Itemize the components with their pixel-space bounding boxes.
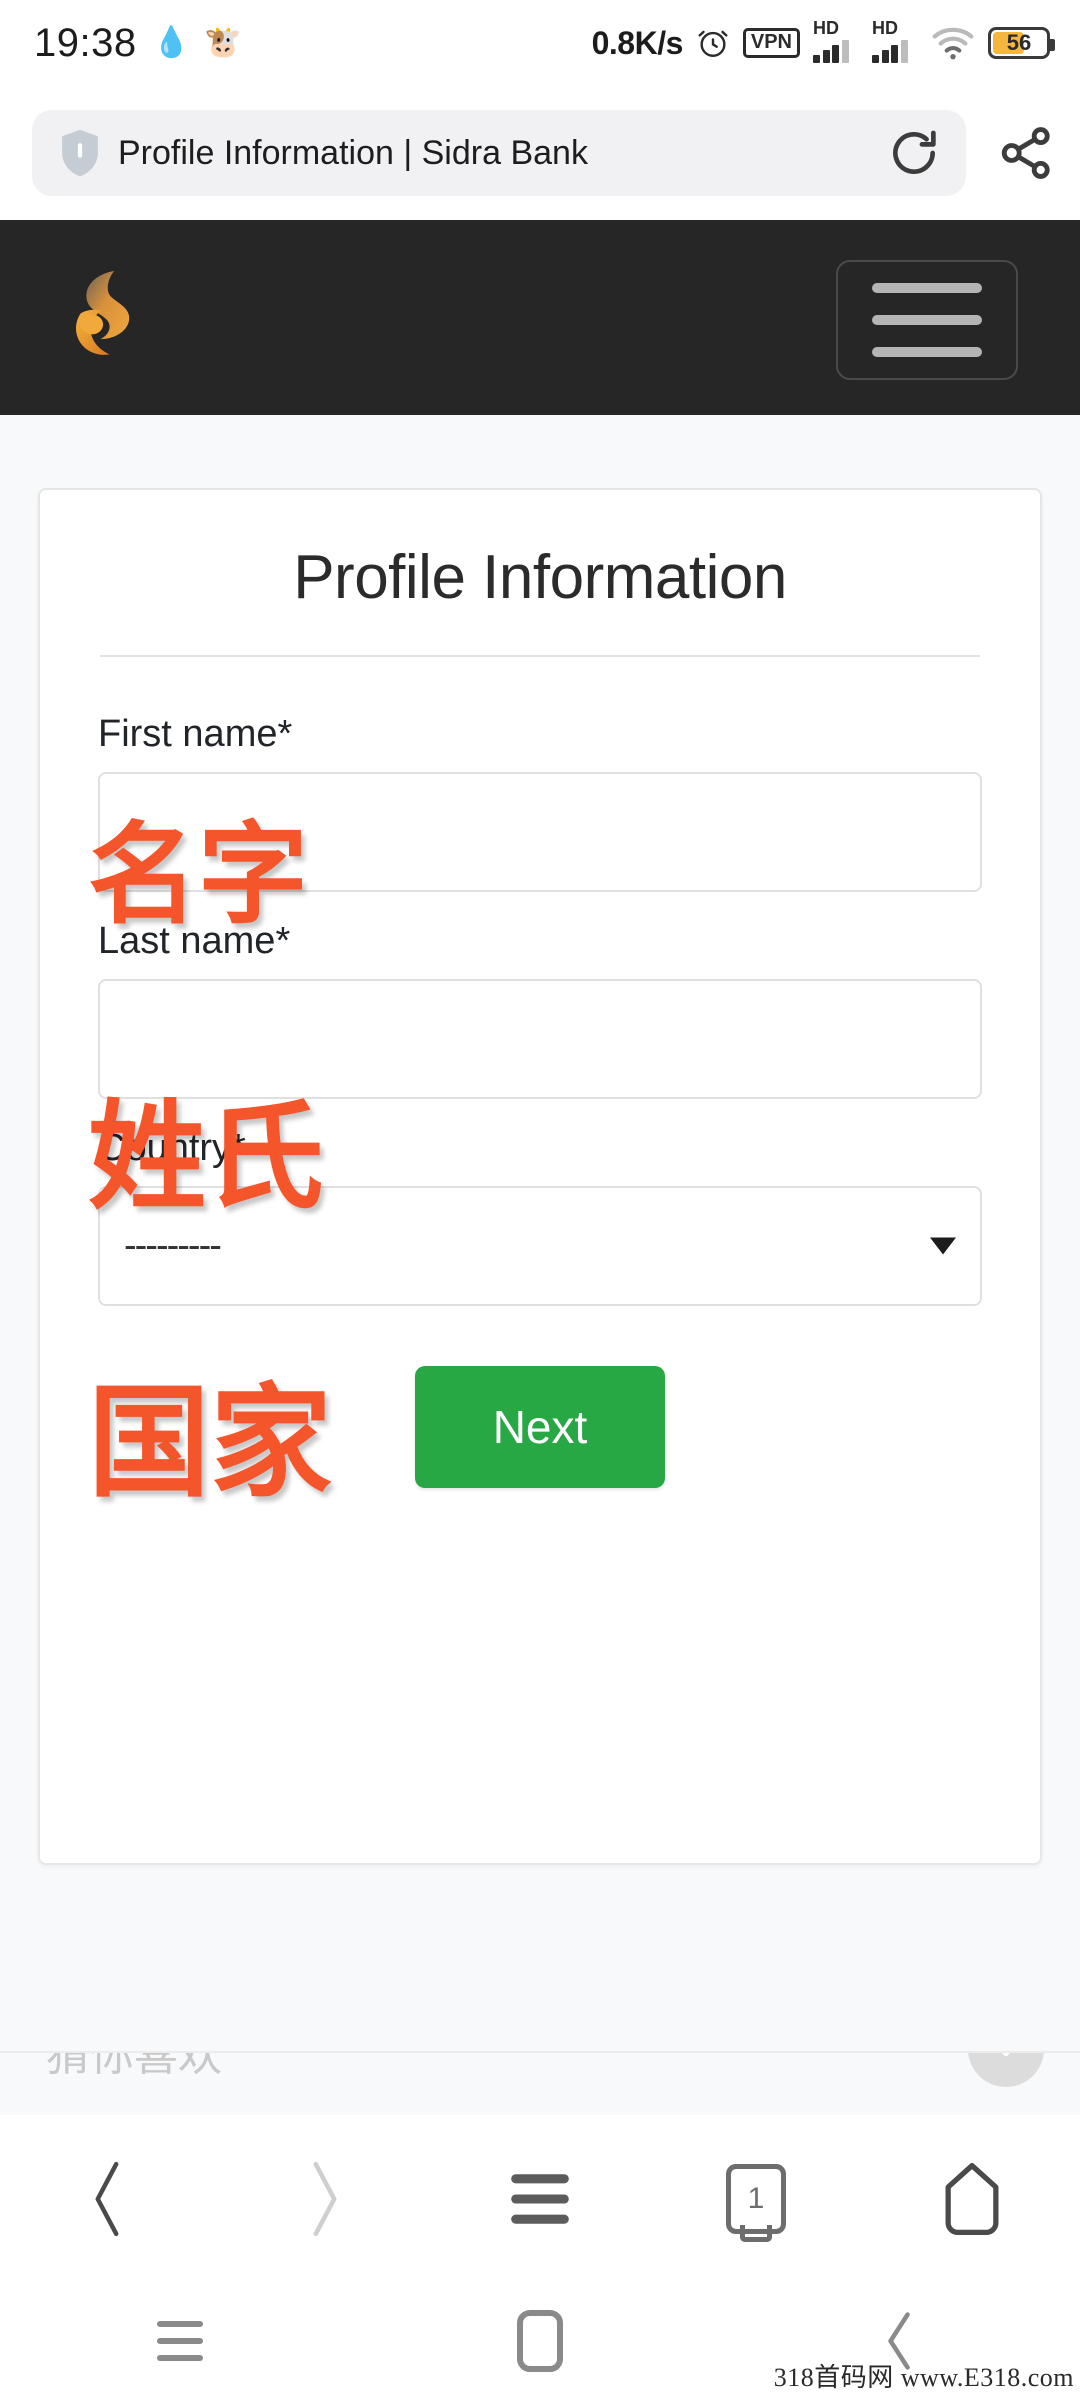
address-bar[interactable]: Profile Information | Sidra Bank: [32, 110, 966, 196]
profile-information-card: Profile Information First name* Last nam…: [38, 488, 1042, 1865]
title-divider: [100, 655, 980, 657]
network-speed-label: 0.8K/s: [591, 24, 684, 61]
droplet-app-icon: 💧: [152, 26, 190, 59]
chevron-down-icon: [930, 1237, 956, 1255]
last-name-input[interactable]: [98, 979, 982, 1099]
site-navbar: [0, 220, 1080, 415]
battery-icon: 56: [988, 27, 1055, 59]
android-home-button[interactable]: [465, 2296, 615, 2386]
profile-form: First name* Last name* Country* --------…: [40, 713, 1040, 1488]
browser-tabs-button[interactable]: 1: [691, 2144, 821, 2254]
recommend-close-button[interactable]: [968, 2053, 1044, 2087]
status-bar-clock: 19:38: [34, 20, 137, 65]
recents-icon: [157, 2321, 203, 2361]
tab-count-icon: 1: [726, 2163, 786, 2234]
cow-app-icon: 🐮: [203, 26, 242, 59]
next-button[interactable]: Next: [414, 1366, 666, 1488]
first-name-field-group: First name*: [98, 713, 982, 892]
reload-icon[interactable]: [886, 125, 942, 181]
recommend-title: 猜你喜欢: [46, 2051, 222, 2080]
sim1-hd-label: HD: [813, 18, 839, 38]
sim1-signal-icon: HD: [813, 19, 859, 63]
home-square-icon: [517, 2310, 563, 2372]
status-bar-notification-icons: 💧 🐮: [153, 28, 242, 58]
browser-menu-button[interactable]: [475, 2144, 605, 2254]
android-recents-button[interactable]: [105, 2296, 255, 2386]
country-select[interactable]: [98, 1186, 982, 1306]
home-pentagon-icon: [945, 2162, 999, 2235]
vpn-indicator: VPN: [742, 28, 800, 58]
status-bar: 19:38 💧 🐮 0.8K/s VPN HD HD 56: [0, 0, 1080, 86]
submit-row: Next: [98, 1366, 982, 1488]
page-title: Profile Information: [293, 543, 787, 612]
sidra-bank-logo[interactable]: [62, 268, 154, 374]
last-name-label: Last name*: [98, 920, 291, 962]
country-field-group: Country* ---------: [98, 1127, 982, 1306]
watermark: 318首码网 www.E318.com: [773, 2363, 1074, 2392]
recommend-strip: 猜你喜欢: [0, 2051, 1080, 2115]
page-title-text: Profile Information | Sidra Bank: [118, 133, 588, 172]
shield-icon: [62, 129, 98, 177]
page-content: Profile Information First name* Last nam…: [0, 415, 1080, 2115]
chevron-left-icon: [95, 2161, 119, 2236]
battery-percent-label: 56: [1006, 30, 1032, 55]
sim2-bars: [872, 40, 908, 63]
hamburger-bar-3: [872, 347, 982, 357]
navbar-hamburger-button[interactable]: [836, 260, 1018, 380]
sim1-bars: [813, 40, 849, 63]
sim2-signal-icon: HD: [872, 19, 918, 63]
browser-top-bar: Profile Information | Sidra Bank: [0, 86, 1080, 220]
wifi-icon: [932, 27, 974, 60]
sim2-hd-label: HD: [872, 18, 898, 38]
hamburger-bar-2: [872, 315, 982, 325]
browser-back-button[interactable]: [43, 2144, 173, 2254]
last-name-field-group: Last name*: [98, 920, 982, 1099]
hamburger-icon: [511, 2173, 569, 2224]
tab-count-label: 1: [747, 2181, 765, 2215]
first-name-input[interactable]: [98, 772, 982, 892]
country-label: Country*: [98, 1127, 246, 1169]
browser-home-button[interactable]: [907, 2144, 1037, 2254]
browser-bottom-toolbar: 1: [0, 2115, 1080, 2282]
first-name-label: First name*: [98, 713, 293, 755]
chevron-down-close-icon: [1002, 2053, 1010, 2057]
share-icon[interactable]: [996, 124, 1054, 182]
alarm-clock-icon: [698, 30, 728, 57]
browser-forward-button[interactable]: [259, 2144, 389, 2254]
phone-screen: 19:38 💧 🐮 0.8K/s VPN HD HD 56 Profile In…: [0, 0, 1080, 2400]
status-bar-system-icons: 0.8K/s VPN HD HD 56: [591, 19, 1055, 63]
chevron-right-icon: [313, 2161, 337, 2236]
hamburger-bar-1: [872, 283, 982, 293]
country-select-wrap[interactable]: ---------: [98, 1186, 982, 1306]
